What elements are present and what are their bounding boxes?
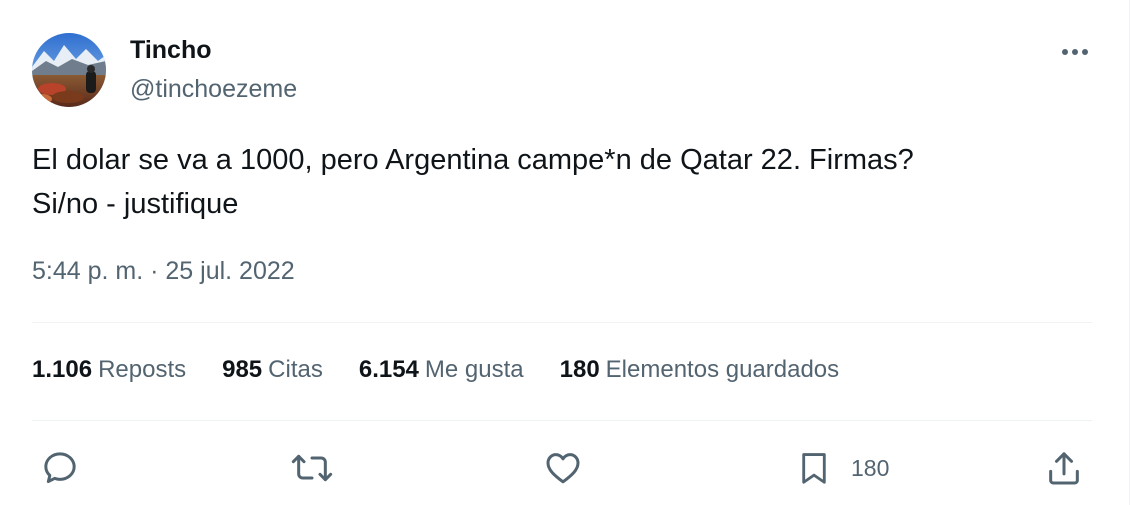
like-button[interactable]	[543, 448, 583, 488]
tweet-text-line: Si/no - justifique	[32, 188, 239, 220]
stat-label: Me gusta	[424, 356, 524, 383]
tweet-detail: Tincho @tinchoezeme El dolar se va a 100…	[0, 0, 1130, 505]
author-handle[interactable]: @tinchoezeme	[130, 75, 297, 104]
bookmark-icon	[802, 453, 826, 484]
engagement-stats: 1.106 Reposts 985 Citas 6.154 Me gusta 180 Elem…	[32, 356, 875, 384]
stat-label: Citas	[268, 356, 323, 383]
reply-button[interactable]	[40, 448, 80, 488]
tweet-text: El dolar se va a 1000, pero Argentina ca…	[32, 138, 1092, 226]
repost-button[interactable]	[290, 448, 334, 488]
action-bar: 180	[0, 440, 1130, 500]
divider	[32, 322, 1092, 323]
more-options-button[interactable]	[1056, 38, 1096, 66]
stat-value: 6.154	[358, 356, 419, 383]
tweet-date-link[interactable]: 25 jul. 2022	[165, 257, 294, 285]
tweet-time-link[interactable]: 5:44 p. m.	[32, 257, 143, 285]
more-options-icon	[1062, 49, 1088, 55]
repost-icon	[291, 454, 333, 482]
likes-stat[interactable]: 6.154 Me gusta	[359, 356, 524, 384]
stat-label: Elementos guardados	[605, 356, 840, 383]
timestamp-separator: ·	[143, 257, 166, 285]
share-icon	[1049, 452, 1079, 485]
tweet-timestamp: 5:44 p. m. · 25 jul. 2022	[32, 257, 295, 286]
tweet-text-line: El dolar se va a 1000, pero Argentina ca…	[32, 144, 914, 176]
stat-value: 180	[559, 356, 600, 383]
divider	[32, 420, 1092, 421]
bookmarks-stat[interactable]: 180 Elementos guardados	[560, 356, 840, 384]
author-display-name[interactable]: Tincho	[130, 36, 211, 65]
reposts-stat[interactable]: 1.106 Reposts	[32, 356, 186, 384]
stat-value: 1.106	[32, 356, 93, 383]
avatar-image	[32, 33, 106, 107]
bookmark-button[interactable]: 180	[795, 448, 889, 488]
stat-value: 985	[222, 356, 263, 383]
reply-icon	[44, 452, 76, 483]
share-button[interactable]	[1044, 448, 1084, 488]
heart-icon	[546, 453, 580, 484]
bookmark-count: 180	[851, 454, 890, 481]
quotes-stat[interactable]: 985 Citas	[222, 356, 323, 384]
stat-label: Reposts	[98, 356, 187, 383]
avatar[interactable]	[32, 33, 106, 107]
